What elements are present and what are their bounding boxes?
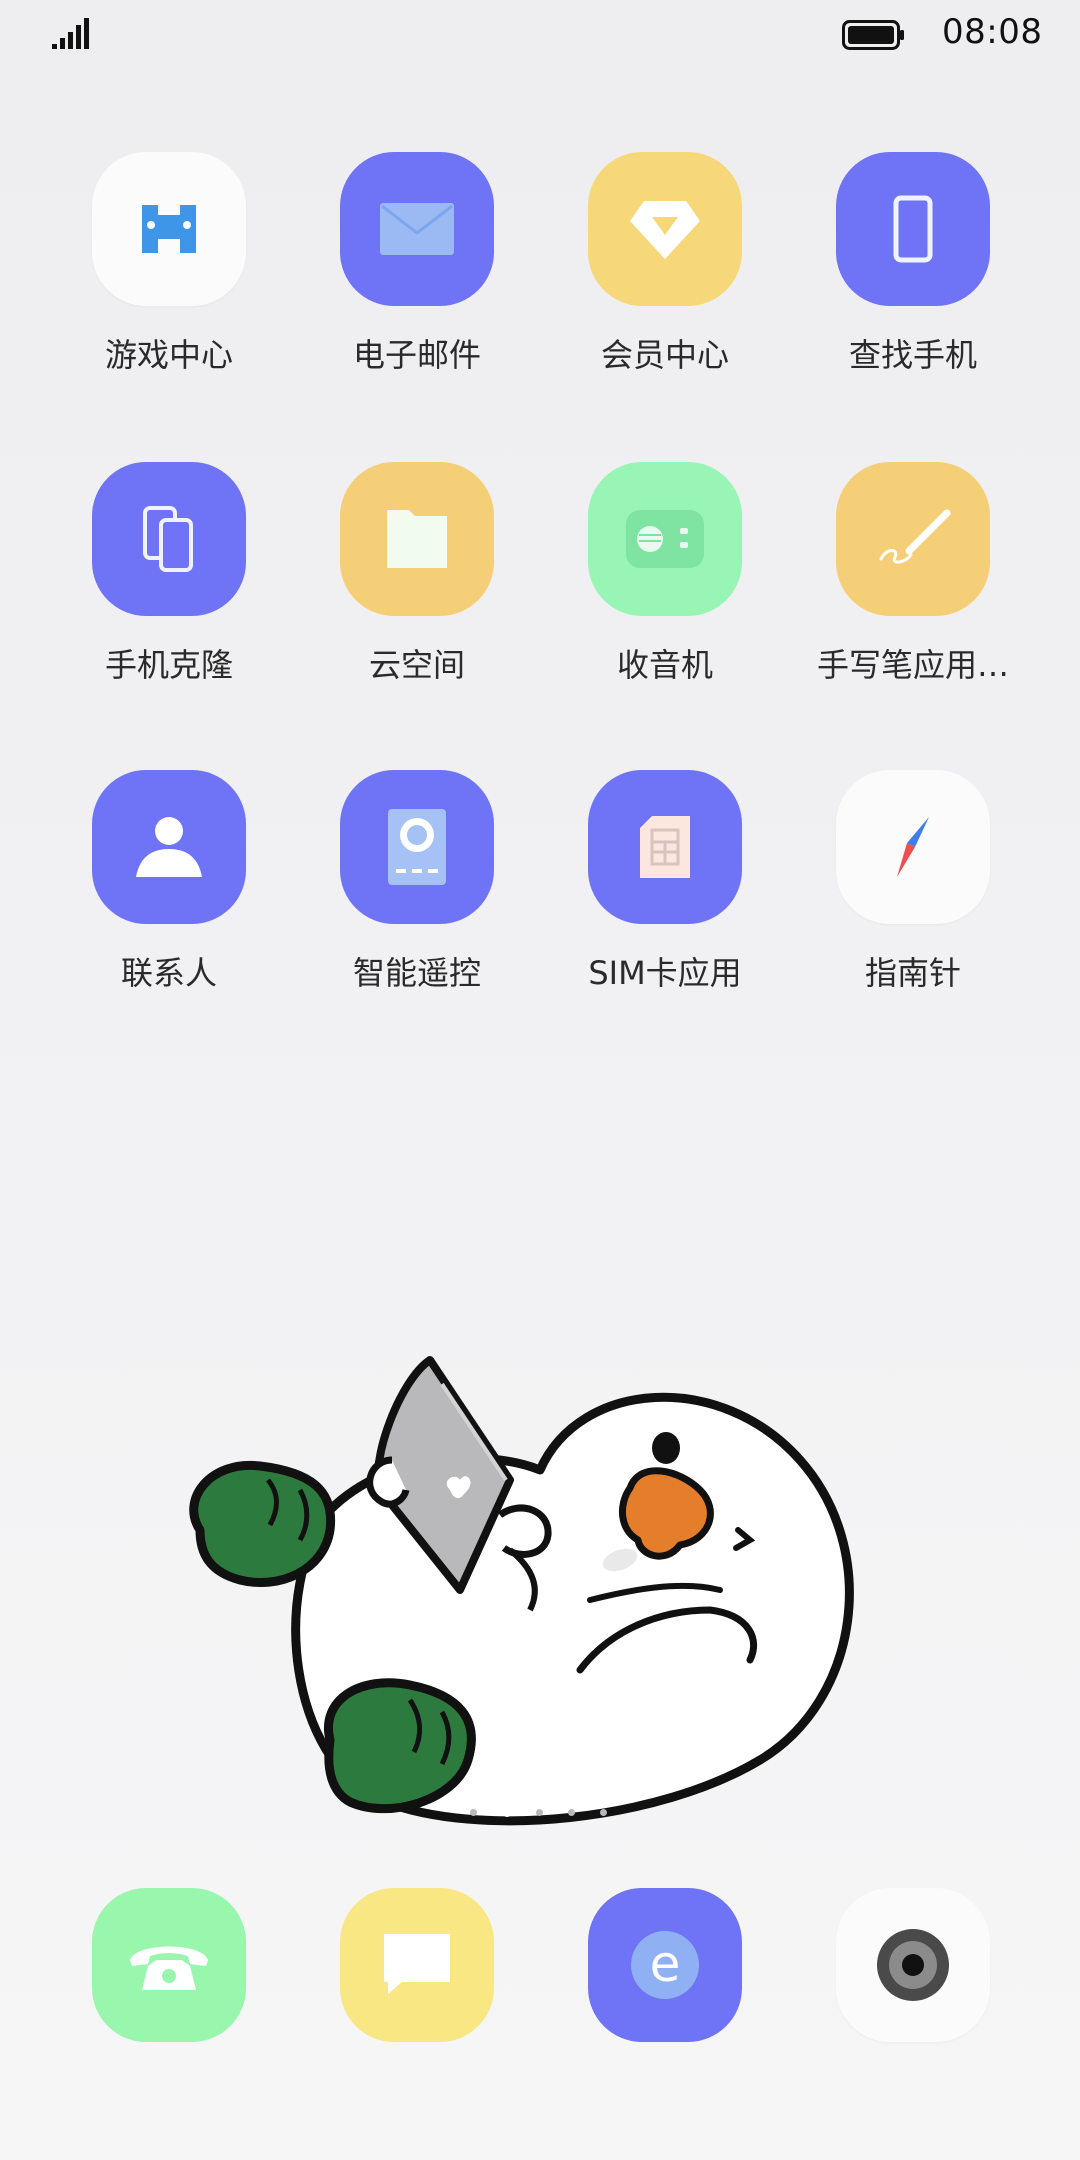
app-label: 智能遥控	[352, 954, 481, 992]
sim-card-icon	[640, 816, 690, 878]
app-icon[interactable]	[92, 770, 246, 924]
app-compass[interactable]: 指南针	[776, 770, 1016, 1010]
person-icon	[136, 817, 202, 877]
browser-e-icon: e	[631, 1931, 699, 1999]
app-label: 手机克隆	[104, 646, 233, 684]
camera-lens-icon	[877, 1929, 949, 2001]
app-icon[interactable]	[340, 770, 494, 924]
radio-icon	[626, 510, 704, 568]
wallpaper-duck-illustration	[189, 1356, 854, 1826]
gamepad-icon	[142, 205, 196, 253]
status-bar: 08:08	[0, 0, 1080, 70]
app-label: 联系人	[120, 954, 217, 992]
app-icon[interactable]	[588, 770, 742, 924]
app-label: 指南针	[864, 954, 961, 992]
phone-handset-icon	[130, 1946, 208, 1990]
page-dot[interactable]	[536, 1809, 543, 1816]
phone-outline-icon	[893, 195, 933, 263]
app-icon[interactable]	[92, 462, 246, 616]
page-dot[interactable]	[600, 1809, 607, 1816]
app-find-phone[interactable]: 查找手机	[776, 152, 1016, 392]
app-radio[interactable]: 收音机	[528, 462, 768, 702]
dock-camera[interactable]	[836, 1888, 990, 2042]
app-label: SIM卡应用	[588, 954, 742, 992]
app-icon[interactable]	[836, 770, 990, 924]
diamond-icon	[630, 201, 700, 259]
app-label: 会员中心	[600, 336, 729, 374]
phone-clone-icon	[143, 506, 193, 572]
app-phone-clone[interactable]: 手机克隆	[32, 462, 272, 702]
app-label: 云空间	[368, 646, 465, 684]
app-icon[interactable]	[92, 152, 246, 306]
app-label: 电子邮件	[352, 336, 481, 374]
app-label: 游戏中心	[104, 336, 233, 374]
page-dot-active[interactable]	[502, 1807, 512, 1817]
message-bubble-icon	[384, 1934, 450, 1994]
page-indicator[interactable]	[462, 1804, 622, 1820]
remote-control-icon	[388, 809, 446, 885]
app-contacts[interactable]: 联系人	[32, 770, 272, 1010]
app-cloud-space[interactable]: 云空间	[280, 462, 520, 702]
folder-icon	[387, 510, 447, 568]
app-icon[interactable]	[836, 462, 990, 616]
mail-icon	[380, 203, 454, 255]
app-member-center[interactable]: 会员中心	[528, 152, 768, 392]
dock-messages[interactable]	[340, 1888, 494, 2042]
app-smart-remote[interactable]: 智能遥控	[280, 770, 520, 1010]
app-icon[interactable]	[836, 152, 990, 306]
dock-phone[interactable]	[92, 1888, 246, 2042]
app-label: 收音机	[616, 646, 713, 684]
dock-browser[interactable]: e	[588, 1888, 742, 2042]
page-dot[interactable]	[470, 1809, 477, 1816]
compass-icon	[897, 817, 929, 877]
app-stylus[interactable]: 手写笔应用…	[776, 462, 1016, 702]
app-game-center[interactable]: 游戏中心	[32, 152, 272, 392]
signal-bars-icon	[52, 18, 89, 49]
app-email[interactable]: 电子邮件	[280, 152, 520, 392]
battery-full-icon	[842, 20, 904, 50]
page-dot[interactable]	[568, 1809, 575, 1816]
app-icon[interactable]	[588, 462, 742, 616]
app-icon[interactable]	[340, 462, 494, 616]
stylus-pen-icon	[879, 509, 951, 564]
app-sim-toolkit[interactable]: SIM卡应用	[528, 770, 768, 1010]
status-time: 08:08	[942, 12, 1043, 52]
app-icon[interactable]	[588, 152, 742, 306]
app-label: 手写笔应用…	[816, 646, 1009, 684]
app-icon[interactable]	[340, 152, 494, 306]
svg-text:e: e	[650, 1935, 681, 1993]
app-label: 查找手机	[848, 336, 977, 374]
